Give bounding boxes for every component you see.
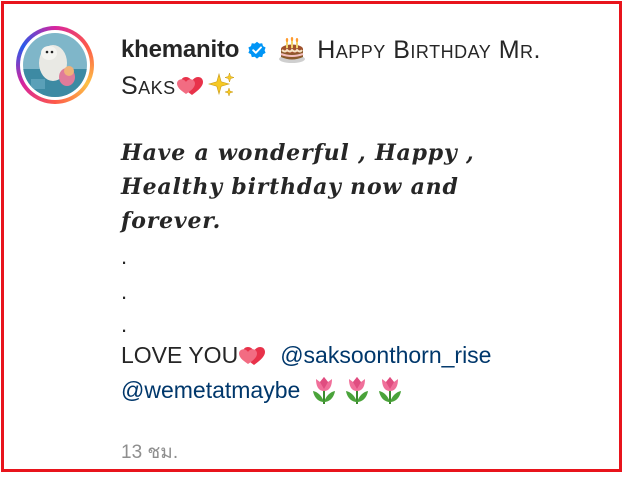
two-hearts-emoji xyxy=(239,347,266,365)
caption-line-2: Saks xyxy=(121,70,601,103)
caption: khemanito Happy Birthday Mr. Saks Have a… xyxy=(121,34,601,463)
cake-emoji xyxy=(279,37,306,63)
caption-title-part-2: Saks xyxy=(121,72,176,100)
caption-love-line: LOVE YOU @saksoonthorn_rise xyxy=(121,341,491,369)
username-link[interactable]: khemanito xyxy=(121,34,239,66)
avatar-gap xyxy=(20,30,90,100)
sparkles-emoji xyxy=(207,72,235,97)
caption-title-part-1: Happy Birthday Mr. xyxy=(317,36,541,64)
post-timestamp[interactable]: 13 ชม. xyxy=(121,437,178,467)
caption-italic-line-2: Healthy birthday now and xyxy=(121,174,459,200)
verified-badge-icon xyxy=(248,41,266,59)
caption-italic-line-3: forever. xyxy=(121,208,222,234)
caption-italic-line-1: Have a wonderful , Happy , xyxy=(121,140,475,166)
mention-link-wemetatmaybe[interactable]: @wemetatmaybe xyxy=(121,377,300,404)
tulip-emoji xyxy=(379,377,402,404)
caption-mention-line: @wemetatmaybe xyxy=(121,375,404,405)
caption-dot-2: . xyxy=(121,279,128,304)
tulip-emoji xyxy=(346,377,369,404)
caption-dot-1: . xyxy=(121,244,128,269)
love-text: LOVE YOU xyxy=(121,341,239,368)
tulip-emoji xyxy=(313,377,336,404)
two-hearts-emoji xyxy=(176,77,203,95)
avatar-story-ring[interactable] xyxy=(16,26,94,104)
mention-link-saksoonthorn[interactable]: @saksoonthorn_rise xyxy=(280,342,491,369)
avatar[interactable] xyxy=(23,33,87,97)
caption-dot-3: . xyxy=(121,312,128,337)
caption-line-1: khemanito Happy Birthday Mr. xyxy=(121,34,601,66)
